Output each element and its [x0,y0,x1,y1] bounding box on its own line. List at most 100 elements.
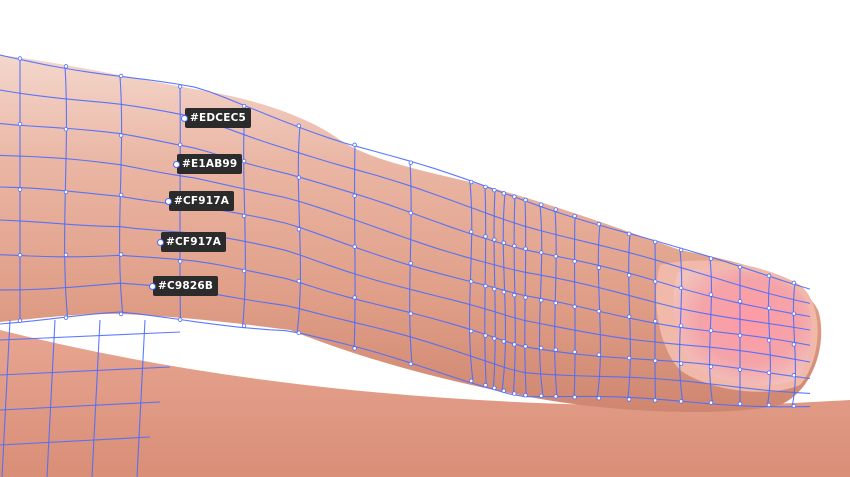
mesh-anchor-point[interactable] [766,273,772,278]
mesh-anchor-point[interactable] [708,364,714,369]
mesh-anchor-point[interactable] [177,142,183,147]
mesh-anchor-point[interactable] [512,391,517,396]
mesh-anchor-point[interactable] [17,252,23,258]
mesh-anchor-point[interactable] [678,323,684,328]
mesh-anchor-point[interactable] [241,268,247,274]
mesh-anchor-point[interactable] [538,298,544,303]
mesh-anchor-point[interactable] [791,342,797,347]
mesh-anchor-point[interactable] [523,344,528,349]
mesh-anchor-point[interactable] [118,73,124,79]
mesh-anchor-point[interactable] [737,401,743,406]
mesh-anchor-point[interactable] [737,299,743,304]
mesh-anchor-point[interactable] [296,278,302,284]
mesh-anchor-point[interactable] [538,250,544,255]
mesh-anchor-point[interactable] [572,213,577,219]
mesh-anchor-point[interactable] [708,292,714,297]
mesh-anchor-point[interactable] [408,311,413,316]
mesh-anchor-point[interactable] [492,286,497,292]
mesh-anchor-point[interactable] [766,305,772,311]
mesh-anchor-point[interactable] [596,308,602,314]
mesh-anchor-point[interactable] [538,202,544,207]
mesh-anchor-point[interactable] [352,295,357,300]
mesh-anchor-point[interactable] [241,158,247,164]
mesh-anchor-point[interactable] [553,394,558,399]
mesh-anchor-point[interactable] [512,292,517,298]
mesh-anchor-point[interactable] [626,355,632,361]
mesh-anchor-point[interactable] [492,187,497,193]
mesh-anchor-point[interactable] [572,349,577,355]
mesh-anchor-point[interactable] [483,283,488,289]
mesh-anchor-point[interactable] [63,64,69,69]
mesh-anchor-point[interactable] [177,84,183,89]
mesh-anchor-point[interactable] [296,227,302,232]
mesh-anchor-point[interactable] [63,315,69,320]
mesh-anchor-point[interactable] [483,382,488,388]
mesh-anchor-point[interactable] [596,396,602,401]
mesh-anchor-point[interactable] [468,378,474,384]
mesh-anchor-point[interactable] [408,160,413,165]
mesh-anchor-point[interactable] [17,318,23,323]
mesh-anchor-point[interactable] [652,279,658,284]
mesh-anchor-point[interactable] [118,252,124,257]
mesh-anchor-point[interactable] [766,402,772,408]
mesh-anchor-point[interactable] [512,342,517,347]
mesh-anchor-point[interactable] [296,175,302,180]
mesh-anchor-point[interactable] [483,333,488,338]
swatch-label-3[interactable]: #CF917A [164,191,235,211]
mesh-anchor-point[interactable] [296,123,302,128]
mesh-anchor-point[interactable] [708,400,714,405]
mesh-anchor-point[interactable] [572,259,577,264]
mesh-anchor-point[interactable] [492,237,497,242]
mesh-anchor-point[interactable] [737,333,743,338]
mesh-anchor-point[interactable] [512,243,517,249]
mesh-anchor-point[interactable] [523,197,528,203]
mesh-anchor-point[interactable] [118,133,124,138]
mesh-anchor-point[interactable] [63,126,69,132]
mesh-anchor-point[interactable] [708,328,714,333]
mesh-anchor-point[interactable] [652,398,658,403]
mesh-anchor-point[interactable] [538,345,544,351]
mesh-anchor-point[interactable] [626,273,632,278]
mesh-anchor-point[interactable] [708,256,714,261]
mesh-anchor-point[interactable] [678,285,684,291]
mesh-anchor-point[interactable] [483,234,488,239]
palm-mesh-row-0[interactable] [0,331,181,341]
mesh-anchor-point[interactable] [241,323,247,328]
mesh-anchor-point[interactable] [523,393,528,398]
mesh-anchor-point[interactable] [296,330,302,336]
mesh-anchor-point[interactable] [352,346,357,351]
mesh-anchor-point[interactable] [572,304,577,309]
mesh-anchor-point[interactable] [63,252,69,258]
mesh-anchor-point[interactable] [766,370,772,375]
mesh-anchor-point[interactable] [63,189,69,195]
mesh-anchor-point[interactable] [468,229,474,234]
mesh-anchor-point[interactable] [408,210,413,216]
mesh-anchor-point[interactable] [408,261,413,266]
mesh-anchor-point[interactable] [553,300,558,306]
mesh-anchor-point[interactable] [483,184,488,190]
mesh-anchor-point[interactable] [241,213,247,219]
mesh-anchor-point[interactable] [737,367,743,372]
mesh-anchor-point[interactable] [553,207,558,212]
mesh-anchor-point[interactable] [352,142,357,148]
mesh-anchor-point[interactable] [523,295,528,300]
mesh-anchor-point[interactable] [572,395,577,400]
swatch-label-1[interactable]: #EDCEC5 [181,108,251,128]
mesh-anchor-point[interactable] [468,179,474,185]
mesh-anchor-point[interactable] [678,247,684,253]
mesh-anchor-point[interactable] [501,339,507,344]
mesh-anchor-point[interactable] [596,352,602,357]
swatch-label-5[interactable]: #C9826B [148,276,219,296]
mesh-anchor-point[interactable] [791,403,797,409]
mesh-anchor-point[interactable] [501,240,507,245]
mesh-anchor-point[interactable] [17,121,23,127]
mesh-anchor-point[interactable] [678,361,684,366]
mesh-anchor-point[interactable] [652,358,658,363]
mesh-anchor-point[interactable] [17,187,23,192]
mesh-anchor-point[interactable] [791,280,797,286]
mesh-anchor-point[interactable] [626,397,632,402]
mesh-anchor-point[interactable] [523,246,528,251]
mesh-anchor-point[interactable] [177,259,183,264]
mesh-anchor-point[interactable] [17,56,23,61]
mesh-anchor-point[interactable] [652,239,658,245]
